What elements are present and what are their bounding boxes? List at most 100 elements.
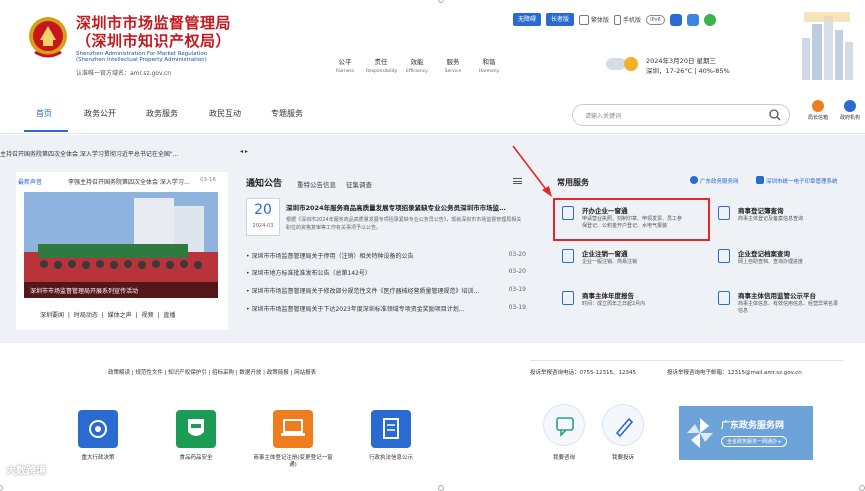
fda-shield-icon — [188, 419, 204, 436]
notice-text: 深圳市市场监督管理局关于下达2023年度深圳标准领域专项资金奖励项目计划… — [251, 306, 465, 313]
handshake-icon — [89, 420, 107, 438]
elder-mode-button[interactable]: 长者版 — [546, 13, 575, 26]
search-box[interactable]: 请输入关键词 — [572, 104, 790, 126]
consult-button[interactable] — [543, 404, 585, 446]
search-icon[interactable] — [769, 109, 781, 121]
food-drug-label: 食品药品安全 — [179, 455, 213, 461]
weibo-icon[interactable] — [669, 13, 682, 26]
gov-banner-title: 广东政务服务网 — [721, 421, 785, 431]
headline-month: 2024-03 — [252, 223, 274, 229]
news-photo[interactable]: 深圳市市场监督管理局开展系列宣传活动 — [24, 192, 218, 298]
archive-query-icon — [718, 249, 730, 263]
e-seal-system-link[interactable]: 深圳市统一电子印章管理系统 — [766, 177, 838, 185]
nav-topics[interactable]: 专题服务 — [271, 108, 303, 119]
search-input[interactable]: 请输入关键词 — [585, 111, 621, 120]
weather-detail: 深圳，17-26°C | 40%-85% — [646, 67, 730, 75]
ticker-arrows[interactable]: ◂ ▸ — [240, 148, 248, 155]
registry-query-icon — [718, 206, 730, 220]
service-archive-query[interactable]: 企业登记档案查询 — [738, 248, 790, 258]
tab-surveys[interactable]: 征集调查 — [346, 179, 372, 189]
latest-voice-label[interactable]: 最新声音 — [18, 177, 42, 186]
notice-text: 深圳市地方标准批准发布公告（总第142号） — [251, 270, 371, 277]
news-category-tabs[interactable]: 深圳要闻 | 时局动态 | 媒体之声 | 视频 | 直播 — [40, 310, 175, 319]
complaint-email[interactable]: 投诉举报咨询电子邮箱：12315@mail.amr.sz.gov.cn — [667, 368, 802, 376]
nav-gov-affairs[interactable]: 政务公开 — [84, 108, 116, 119]
official-domain-text: 认准唯一官方域名：amr.sz.gov.cn — [76, 70, 172, 77]
agency-label: 政府机构 — [839, 115, 860, 121]
nav-interaction[interactable]: 政民互动 — [209, 108, 241, 119]
document-icon — [383, 418, 399, 439]
enforcement-info-tile[interactable] — [371, 410, 411, 448]
top-tools: 无障碍 长者版 繁体版 手机版 IPv6 — [513, 13, 716, 26]
consult-label: 我要咨询 — [552, 455, 575, 461]
business-registration-label: 商事主体登记注册(变更登记一窗通) — [253, 455, 333, 468]
value-item: 公平 Fairness — [330, 56, 360, 74]
more-menu-icon[interactable] — [513, 178, 522, 184]
chat-icon — [556, 417, 574, 437]
mobile-version-link[interactable]: 手机版 — [614, 14, 641, 25]
food-drug-tile[interactable] — [176, 410, 216, 448]
notice-row[interactable]: • 深圳市市场监督管理局关于停用（注销）相关特种设备的公告 03-20 — [246, 251, 526, 260]
tab-important-notices[interactable]: 重特公告信息 — [297, 179, 336, 189]
notice-row[interactable]: • 深圳市地方标准批准发布公告（总第142号） 03-20 — [246, 268, 526, 277]
gov-service-network-link[interactable]: 广东政务服务网 — [700, 177, 739, 185]
mailbox-icon — [812, 100, 824, 112]
service-credit-platform[interactable]: 商事主体信用监管公示平台 — [738, 290, 816, 300]
value-item: 责任 Responsibility — [366, 56, 398, 74]
headline-title[interactable]: 深圳市2024年服务商品高质量发展专项招录紧缺专业公务员深圳市市场监… — [286, 202, 522, 212]
traditional-chinese-link[interactable]: 繁体版 — [579, 14, 610, 25]
value-en: Fairness — [335, 69, 355, 74]
notice-date: 03-20 — [508, 251, 526, 258]
value-cn: 和谐 — [482, 58, 496, 66]
notice-row[interactable]: • 深圳市市场监督管理局关于下达2023年度深圳标准领域专项资金奖励项目计划… 0… — [246, 304, 526, 313]
pen-icon — [615, 417, 634, 438]
gd-gov-service-banner[interactable]: 广东政务服务网 全省政务服务一网通办 ▸ — [679, 406, 813, 460]
highlight-box — [553, 198, 710, 241]
nav-gov-services[interactable]: 政务服务 — [146, 108, 178, 119]
resize-handle[interactable] — [438, 485, 444, 491]
value-en: Service — [444, 69, 462, 74]
service-registry-query-desc: 商事主体登记及备案信息查询 — [738, 216, 804, 222]
deregister-icon — [562, 249, 574, 263]
latest-voice-text[interactable]: 李强主持召开国务院第四次全体会 深入学习… — [68, 177, 190, 186]
value-cn: 服务 — [446, 58, 460, 66]
notice-row[interactable]: • 深圳市市场监督管理局关于修改部分规范性文件《医疗器械经营质量管理规范》培训…… — [246, 286, 526, 295]
tab-notices[interactable]: 通知公告 — [246, 176, 282, 189]
gov-banner-button[interactable]: 全省政务服务一网通办 ▸ — [721, 436, 788, 447]
headline-date-box: 20 2024-03 — [246, 198, 280, 236]
value-cn: 责任 — [374, 58, 388, 66]
app-icon[interactable] — [686, 13, 699, 26]
complain-label: 我要投诉 — [611, 455, 634, 461]
emblem-logo-icon[interactable] — [27, 12, 69, 60]
service-registry-query[interactable]: 商事登记簿查询 — [738, 205, 784, 215]
service-deregister-desc: 企业一般注销、简易注销 — [582, 259, 638, 265]
desc-line: 信息 — [738, 308, 749, 314]
news-ticker[interactable]: 主持召开国务院第四次全体会 深入学习贯彻习近平总书记在全国"… — [0, 149, 179, 158]
notice-date: 03-19 — [508, 286, 526, 293]
site-title[interactable]: 深圳市市场监督管理局 （深圳市知识产权局） — [76, 14, 231, 50]
director-mailbox-link[interactable]: 局长信箱 — [803, 100, 833, 121]
core-values: 公平 Fairness 责任 Responsibility 效能 Efficiency… — [330, 56, 504, 74]
resize-handle[interactable] — [859, 485, 865, 491]
gov-agency-link[interactable]: 政府机构 — [835, 100, 865, 121]
latest-voice-date: 03-16 — [200, 177, 216, 183]
complaint-phone: 投诉举报咨询电话：0755-12315、12345 — [530, 370, 636, 376]
wechat-icon[interactable] — [703, 13, 716, 26]
business-registration-tile[interactable] — [273, 410, 313, 448]
nav-home[interactable]: 首页 — [36, 108, 52, 119]
footer-links[interactable]: 政策解读 | 规范性文件 | 知识产权保护引 | 招标采购 | 数据开放 | 政… — [108, 368, 316, 376]
accessible-button[interactable]: 无障碍 — [513, 13, 542, 26]
service-annual-report[interactable]: 商事主体年度报告 — [582, 290, 634, 300]
desc-line: 商事主体信息、有效信用信息、经营异常名录 — [738, 301, 839, 307]
notice-date: 03-20 — [508, 268, 526, 275]
traditional-label: 繁体版 — [591, 17, 610, 24]
agency-icon — [844, 100, 856, 112]
value-en: Responsibility — [366, 69, 398, 74]
enforcement-info-label: 行政执法信息公示 — [368, 455, 413, 461]
major-decision-tile[interactable] — [78, 410, 118, 448]
ipv6-badge: IPv6 — [646, 14, 665, 25]
complain-button[interactable] — [602, 404, 644, 446]
service-deregister[interactable]: 企业注销一窗通 — [582, 248, 628, 258]
nav-active-indicator — [24, 130, 68, 132]
services-title: 常用服务 — [557, 178, 589, 187]
